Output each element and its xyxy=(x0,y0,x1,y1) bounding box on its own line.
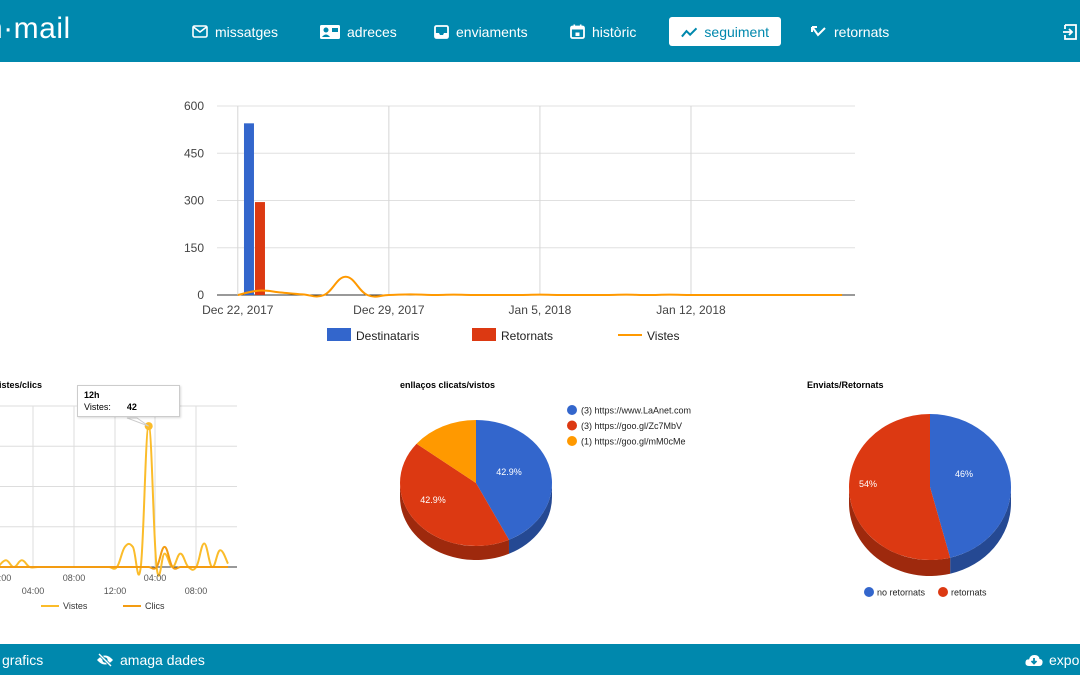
x-tick-label: Dec 29, 2017 xyxy=(353,303,425,317)
hide-data-label: amaga dades xyxy=(120,652,205,668)
legend-label: (3) https://goo.gl/Zc7MbV xyxy=(581,421,682,431)
chart-title: vistes/clics xyxy=(0,380,42,390)
legend-label: Destinataris xyxy=(356,329,419,343)
nav-item-historic[interactable]: històric xyxy=(558,17,648,46)
x-tick-label: 04:00 xyxy=(22,586,45,596)
legend-label: Retornats xyxy=(501,329,553,343)
logout-icon[interactable] xyxy=(1062,24,1078,40)
pie-slice-label: 46% xyxy=(955,469,973,479)
legend-swatch xyxy=(327,328,351,341)
bottom-toolbar: grafics amaga dades exporta xyxy=(0,644,1080,675)
main-combo-chart: 0 150 300 450 600 Dec 22, 2017 Dec 29, 2017 Jan… xyxy=(184,99,855,343)
nav-label: retornats xyxy=(834,23,890,40)
legend-label: (3) https://www.LaAnet.com xyxy=(581,406,691,416)
nav-item-adreces[interactable]: adreces xyxy=(308,17,409,46)
bounce-arrow-icon xyxy=(811,25,826,37)
x-tick-label: 04:00 xyxy=(144,573,167,583)
nav-item-seguiment[interactable]: seguiment xyxy=(669,17,781,46)
legend-label: Vistes xyxy=(63,601,88,611)
tooltip-pointer xyxy=(126,417,149,427)
legend-swatch xyxy=(567,420,577,431)
pie-slice-label: 42.9% xyxy=(496,467,522,477)
legend-swatch xyxy=(567,436,577,446)
legend-swatch xyxy=(567,405,577,415)
export-label: exporta xyxy=(1049,652,1080,668)
links-pie-chart: enllaços clicats/vistos 42.9% 42.9% (3) htt… xyxy=(400,380,691,560)
calendar-icon xyxy=(570,24,585,39)
tooltip-value: 42 xyxy=(126,402,137,412)
x-tick-label: 08:00 xyxy=(63,573,86,583)
nav-item-missatges[interactable]: missatges xyxy=(180,17,290,46)
x-tick-label: Jan 5, 2018 xyxy=(509,303,572,317)
grafics-label: grafics xyxy=(2,652,44,668)
legend-label: retornats xyxy=(951,588,987,598)
nav-label: històric xyxy=(592,23,637,40)
tooltip-title: 12h xyxy=(84,390,100,400)
export-button[interactable]: exporta xyxy=(1025,652,1080,668)
trend-line-icon xyxy=(681,27,698,37)
legend-label: no retornats xyxy=(877,588,926,598)
sent-bounced-pie-chart: Enviats/Retornats 46% 54% no retornats retor… xyxy=(807,380,1011,598)
contact-card-icon xyxy=(320,24,340,39)
chart-title: enllaços clicats/vistos xyxy=(400,380,495,390)
x-tick-label: 08:00 xyxy=(185,586,208,596)
y-tick-label: 600 xyxy=(184,99,204,113)
cloud-download-icon xyxy=(1025,654,1043,666)
legend-swatch xyxy=(472,328,496,341)
y-tick-label: 0 xyxy=(197,288,204,302)
nav-label: seguiment xyxy=(704,23,769,40)
legend-swatch xyxy=(938,587,948,597)
chart-title: Enviats/Retornats xyxy=(807,380,884,390)
pie-slice-label: 42.9% xyxy=(420,495,446,505)
tooltip-label: Vistes: xyxy=(84,402,111,412)
chart-tooltip: 12h Vistes: 42 xyxy=(77,385,180,417)
top-navigation-bar: n·mail missatges adreces enviaments hist… xyxy=(0,0,1080,62)
legend-swatch xyxy=(864,587,874,597)
line-clics xyxy=(0,545,228,570)
hide-data-button[interactable]: amaga dades xyxy=(96,652,205,668)
x-tick-label: 00:00 xyxy=(0,573,11,583)
y-tick-label: 450 xyxy=(184,146,204,160)
bar-destinataris xyxy=(243,123,254,295)
envelope-icon xyxy=(192,25,208,38)
bar-retornats xyxy=(254,202,265,295)
y-tick-label: 150 xyxy=(184,241,204,255)
x-tick-label: Dec 22, 2017 xyxy=(202,303,274,317)
nav-label: missatges xyxy=(215,23,279,40)
eye-slash-icon xyxy=(97,653,113,667)
legend-label: Clics xyxy=(145,601,165,611)
inbox-tray-icon xyxy=(434,24,449,39)
nav-label: enviaments xyxy=(456,23,528,40)
nav-item-retornats[interactable]: retornats xyxy=(799,17,901,46)
grafics-button[interactable]: grafics xyxy=(2,652,43,668)
app-logo[interactable]: n·mail xyxy=(0,12,71,46)
y-tick-label: 300 xyxy=(184,194,204,208)
legend-label: Vistes xyxy=(647,329,679,343)
x-tick-label: 12:00 xyxy=(104,586,127,596)
nav-item-enviaments[interactable]: enviaments xyxy=(422,17,540,46)
line-vistes xyxy=(0,425,229,577)
legend-label: (1) https://goo.gl/mM0cMe xyxy=(581,437,686,447)
x-tick-label: Jan 12, 2018 xyxy=(656,303,726,317)
pie-slice-label: 54% xyxy=(859,479,877,489)
nav-label: adreces xyxy=(347,23,397,40)
